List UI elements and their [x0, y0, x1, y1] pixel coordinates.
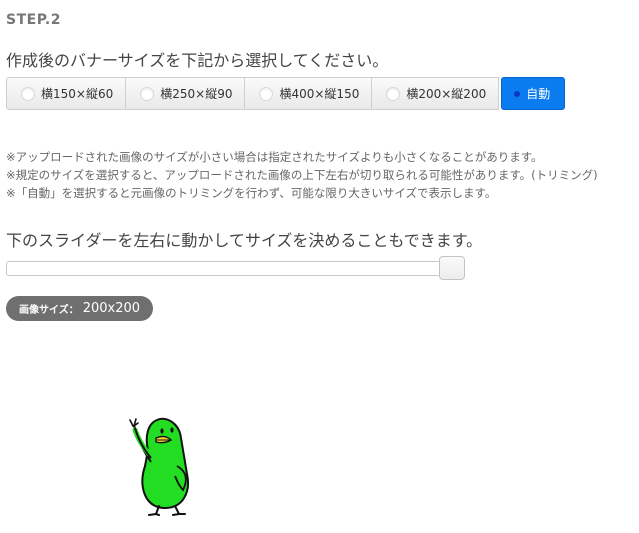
size-option-250x90[interactable]: 横250×縦90: [126, 77, 246, 110]
radio-icon: [21, 86, 35, 101]
radio-icon: [259, 86, 274, 101]
radio-icon: [140, 86, 155, 101]
size-instruction: 作成後のバナーサイズを下記から選択してください。: [6, 51, 389, 70]
note-line: ※アップロードされた画像のサイズが小さい場合は指定されたサイズよりも小さくなるこ…: [6, 150, 543, 164]
size-option-label: 横200×縦200: [406, 87, 487, 101]
size-option-400x150[interactable]: 横400×縦150: [245, 77, 373, 110]
green-bird-mascot-icon: [125, 414, 197, 520]
size-slider-handle[interactable]: [439, 256, 465, 280]
size-option-150x60[interactable]: 横150×縦60: [6, 77, 127, 110]
radio-selected-icon: [514, 90, 521, 97]
note-line: ※「自動」を選択すると元画像のトリミングを行わず、可能な限り大きいサイズで表示し…: [6, 186, 497, 200]
size-option-label: 横250×縦90: [160, 87, 233, 101]
radio-icon: [386, 86, 401, 101]
size-option-label: 自動: [526, 87, 551, 101]
image-size-value: 200x200: [82, 301, 141, 316]
step-heading: STEP.2: [6, 12, 61, 28]
image-size-label: 画像サイズ：: [19, 305, 79, 316]
image-size-badge: 画像サイズ： 200x200: [6, 296, 154, 321]
notes: ※アップロードされた画像のサイズが小さい場合は指定されたサイズよりも小さくなるこ…: [6, 148, 598, 202]
banner-size-options: 横150×縦60 横250×縦90 横400×縦150 横200×縦200 自動: [6, 77, 566, 110]
size-option-auto[interactable]: 自動: [501, 77, 566, 110]
size-option-200x200[interactable]: 横200×縦200: [372, 77, 500, 110]
size-slider-track[interactable]: [6, 261, 454, 276]
note-line: ※規定のサイズを選択すると、アップロードされた画像の上下左右が切り取られる可能性…: [6, 168, 598, 182]
slider-caption: 下のスライダーを左右に動かしてサイズを決めることもできます。: [6, 231, 483, 250]
size-option-label: 横150×縦60: [41, 87, 114, 101]
size-option-label: 横400×縦150: [279, 87, 360, 101]
